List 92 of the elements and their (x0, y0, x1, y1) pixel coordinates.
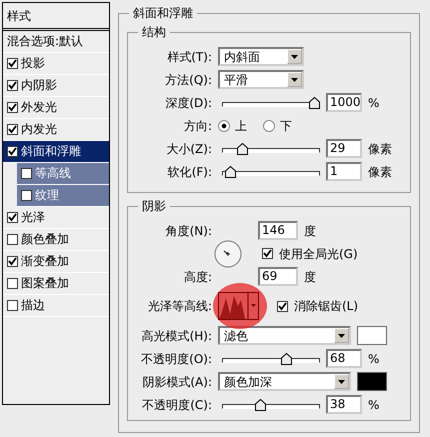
field-label: 高度: (182, 268, 212, 286)
panel-title: 样式 (3, 3, 109, 31)
unit-label: % (368, 94, 380, 112)
item-label: 图案叠加 (21, 275, 69, 292)
dropdown[interactable]: 内斜面 (218, 47, 304, 66)
unit-label: 度 (304, 222, 316, 240)
style-item[interactable]: 等高线 (17, 163, 109, 185)
number-field[interactable]: 146 (258, 221, 298, 240)
item-label: 光泽 (21, 209, 45, 226)
checkbox[interactable] (7, 80, 18, 91)
slider-thumb[interactable] (255, 398, 266, 410)
slider[interactable] (222, 96, 320, 110)
checkbox[interactable] (7, 58, 18, 69)
field-label: 方法(Q): (164, 72, 212, 88)
item-label: 外发光 (21, 99, 57, 116)
style-item[interactable]: 图案叠加 (3, 273, 109, 295)
field-label: 角度(N): (164, 222, 212, 240)
style-item[interactable]: 投影 (3, 53, 109, 75)
unit-label: 度 (304, 268, 316, 286)
slider[interactable] (222, 398, 320, 412)
slider-thumb[interactable] (281, 352, 292, 364)
item-label: 颜色叠加 (21, 231, 69, 248)
checkbox[interactable] (21, 190, 32, 201)
checkbox[interactable] (7, 124, 18, 135)
item-label: 投影 (21, 55, 45, 72)
checkbox[interactable] (277, 300, 288, 312)
radio-button[interactable] (263, 120, 275, 132)
checkbox[interactable] (7, 256, 18, 267)
item-label: 渐变叠加 (21, 253, 69, 270)
field-label: 不透明度(C): (141, 396, 212, 414)
style-item[interactable]: 描边 (3, 295, 109, 317)
field-label: 深度(D): (164, 94, 212, 112)
field-label: 光泽等高线: (146, 298, 212, 315)
style-item[interactable]: 斜面和浮雕 (3, 141, 109, 163)
slider[interactable] (222, 352, 320, 366)
style-item[interactable]: 颜色叠加 (3, 229, 109, 251)
item-label: 描边 (21, 297, 45, 314)
field-label: 不透明度(O): (140, 350, 212, 368)
number-field[interactable]: 68 (326, 349, 362, 368)
checkbox[interactable] (7, 300, 18, 311)
group-title: 斜面和浮雕 (129, 5, 197, 21)
field-label: 软化(F): (166, 164, 212, 180)
group-title: 阴影 (138, 198, 170, 214)
radio-label: 下 (280, 118, 292, 134)
item-label: 内发光 (21, 121, 57, 138)
slider-thumb[interactable] (224, 166, 236, 178)
item-label: 等高线 (35, 165, 71, 182)
number-field[interactable]: 29 (326, 139, 362, 158)
checkbox[interactable] (7, 234, 18, 245)
unit-label: % (368, 350, 380, 368)
slider-thumb[interactable] (309, 96, 320, 108)
item-label: 内阴影 (21, 77, 57, 94)
unit-label: 像素 (368, 164, 392, 180)
number-field[interactable]: 1000 (326, 93, 362, 112)
number-field[interactable]: 1 (326, 162, 362, 181)
field-label: 高光模式(H): (140, 328, 212, 344)
number-field[interactable]: 38 (326, 395, 362, 414)
group-title: 结构 (138, 24, 170, 40)
contour-picker[interactable] (218, 292, 259, 320)
color-swatch[interactable] (357, 326, 387, 345)
style-item[interactable]: 渐变叠加 (3, 251, 109, 273)
field-label: 大小(Z): (165, 140, 212, 158)
field-label: 阴影模式(A): (141, 374, 212, 390)
unit-label: 像素 (368, 140, 392, 158)
checkbox[interactable] (7, 212, 18, 223)
radio-label: 上 (235, 118, 247, 134)
style-item[interactable]: 混合选项:默认 (3, 31, 109, 53)
checkbox-label: 使用全局光(G) (279, 246, 358, 262)
number-field[interactable]: 69 (258, 267, 298, 286)
checkbox[interactable] (262, 248, 273, 259)
slider-thumb[interactable] (236, 142, 248, 154)
field-label: 方向: (182, 118, 212, 134)
item-label: 纹理 (35, 187, 59, 204)
slider[interactable] (222, 142, 320, 156)
dropdown[interactable]: 平滑 (218, 70, 304, 89)
style-item[interactable]: 纹理 (17, 185, 109, 207)
radio-button[interactable] (218, 120, 230, 132)
checkbox[interactable] (7, 278, 18, 289)
field-label: 样式(T): (166, 48, 212, 66)
color-swatch[interactable] (357, 372, 387, 391)
checkbox[interactable] (21, 168, 32, 179)
checkbox[interactable] (7, 146, 18, 157)
style-item[interactable]: 内阴影 (3, 75, 109, 97)
dropdown[interactable]: 滤色 (218, 326, 351, 345)
item-label: 斜面和浮雕 (21, 143, 81, 160)
checkbox[interactable] (7, 102, 18, 113)
unit-label: % (368, 396, 380, 414)
dropdown[interactable]: 颜色加深 (218, 372, 351, 391)
slider[interactable] (222, 164, 320, 178)
checkbox-label: 消除锯齿(L) (294, 298, 358, 315)
style-item[interactable]: 外发光 (3, 97, 109, 119)
style-item[interactable]: 光泽 (3, 207, 109, 229)
